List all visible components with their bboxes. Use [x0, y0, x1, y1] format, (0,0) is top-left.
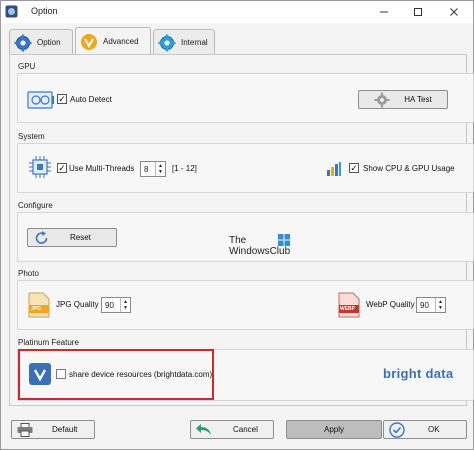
windows-logo-icon [278, 234, 290, 246]
tab-advanced-label: Advanced [103, 37, 139, 46]
webp-quality-label: WebP Quality [366, 300, 415, 309]
tab-option[interactable]: Option [9, 29, 73, 55]
webp-icon-text: WEBP [340, 306, 355, 312]
multithreads-label: Use Multi-Threads [69, 164, 135, 173]
apply-button[interactable]: Apply [286, 420, 382, 439]
ok-button[interactable]: OK [383, 420, 467, 439]
configure-group-label: Configure [18, 201, 53, 210]
photo-group-label: Photo [18, 269, 39, 278]
minimize-button[interactable] [371, 1, 397, 23]
brightdata-logo-icon [29, 363, 51, 385]
refresh-icon [35, 230, 48, 244]
advanced-badge-icon [81, 33, 97, 50]
ha-test-button[interactable]: HA Test [358, 90, 448, 109]
stepper-arrows[interactable]: ▲ ▼ [120, 298, 130, 312]
gear-icon [158, 34, 176, 51]
printer-icon [17, 422, 33, 437]
jpg-quality-stepper[interactable]: 90 ▲ ▼ [101, 297, 131, 313]
apply-label: Apply [323, 425, 344, 434]
jpg-file-icon: JPG [28, 292, 50, 318]
share-resources-checkbox[interactable] [56, 369, 66, 379]
webp-file-icon: WEBP [338, 292, 360, 318]
minimize-icon [380, 11, 388, 13]
watermark-line2: WindowsClub [229, 246, 291, 257]
title-bar: Option [1, 1, 473, 23]
gpu-group-label: GPU [18, 62, 36, 71]
show-usage-checkbox[interactable]: ✓ [349, 163, 359, 173]
gear-icon [14, 34, 32, 51]
default-label: Default [52, 425, 78, 434]
close-icon [450, 8, 458, 16]
maximize-icon [414, 8, 422, 16]
app-icon [5, 5, 18, 18]
maximize-button[interactable] [405, 1, 431, 23]
ok-label: OK [428, 425, 440, 434]
threads-value: 8 [144, 164, 149, 174]
gpu-card-icon [27, 91, 54, 109]
close-button[interactable] [441, 1, 467, 23]
auto-detect-label: Auto Detect [70, 95, 112, 104]
jpg-icon-text: JPG [31, 306, 42, 312]
jpg-quality-value: 90 [105, 300, 114, 310]
threads-range-label: [1 - 12] [172, 164, 197, 173]
usage-chart-icon [327, 162, 341, 176]
cancel-label: Cancel [233, 425, 258, 434]
platinum-group-label: Platinum Feature [18, 338, 79, 347]
undo-arrow-icon [196, 423, 211, 435]
share-resources-label: share device resources (brightdata.com) [69, 370, 213, 379]
tab-internal-label: Internal [181, 38, 208, 47]
cancel-button[interactable]: Cancel [190, 420, 274, 439]
webp-quality-stepper[interactable]: 90 ▲ ▼ [416, 297, 446, 313]
reset-label: Reset [70, 233, 91, 242]
auto-detect-checkbox[interactable]: ✓ [57, 94, 67, 104]
checkmark-circle-icon [389, 421, 405, 438]
webp-quality-value: 90 [420, 300, 429, 310]
ha-test-label: HA Test [404, 95, 432, 104]
stepper-arrows[interactable]: ▲ ▼ [155, 162, 165, 176]
multithreads-checkbox[interactable]: ✓ [57, 163, 67, 173]
window-title: Option [31, 6, 58, 16]
cpu-chip-icon [29, 156, 51, 178]
option-dialog: Option Option Advanced Internal GPU ✓ Au… [0, 0, 474, 450]
jpg-quality-label: JPG Quality [56, 300, 99, 309]
tab-internal[interactable]: Internal [153, 29, 215, 55]
gear-icon [374, 92, 390, 107]
reset-button[interactable]: Reset [27, 228, 117, 247]
chevron-down-icon[interactable]: ▼ [123, 305, 128, 311]
chevron-down-icon[interactable]: ▼ [438, 305, 443, 311]
chevron-down-icon[interactable]: ▼ [158, 169, 163, 175]
system-group-label: System [18, 132, 45, 141]
show-usage-label: Show CPU & GPU Usage [363, 164, 455, 173]
default-button[interactable]: Default [11, 420, 95, 439]
threads-stepper[interactable]: 8 ▲ ▼ [140, 161, 166, 177]
tab-advanced[interactable]: Advanced [75, 27, 151, 55]
stepper-arrows[interactable]: ▲ ▼ [435, 298, 445, 312]
tab-option-label: Option [37, 38, 61, 47]
brightdata-brand: bright data [383, 366, 454, 381]
